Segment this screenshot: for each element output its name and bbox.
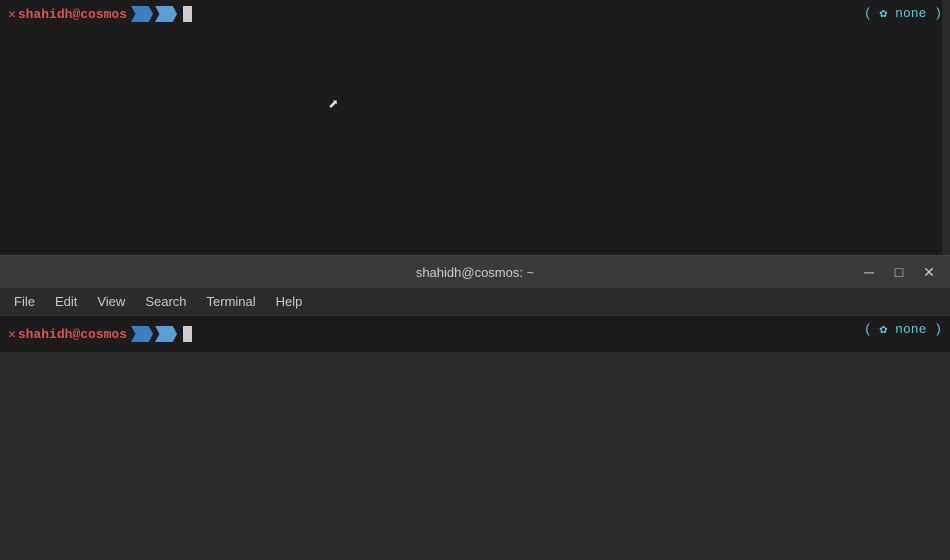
mouse-cursor: ⬈: [328, 97, 339, 115]
menu-edit[interactable]: Edit: [45, 292, 87, 311]
top-right-info: ( ✿ none ): [864, 6, 942, 21]
menu-terminal[interactable]: Terminal: [197, 292, 266, 311]
top-scrollbar[interactable]: [942, 0, 950, 255]
window-controls: ─ □ ✕: [856, 262, 942, 282]
bottom-cursor: [183, 326, 192, 342]
menu-bar: File Edit View Search Terminal Help: [0, 288, 950, 316]
top-terminal-pane: ✕ shahidh@cosmos ( ✿ none ) ⬈: [0, 0, 950, 255]
window-title: shahidh@cosmos: ~: [416, 265, 534, 280]
top-arrow1: [131, 6, 153, 22]
bottom-arrow1: [131, 326, 153, 342]
bottom-right-info: ( ✿ none ): [864, 322, 942, 337]
top-prompt-line: ✕ shahidh@cosmos ( ✿ none ): [0, 0, 950, 28]
top-username: shahidh@cosmos: [18, 7, 127, 22]
bottom-arrow2: [155, 326, 177, 342]
top-x-mark: ✕: [8, 7, 16, 22]
menu-search[interactable]: Search: [135, 292, 196, 311]
bottom-terminal-content[interactable]: ✕ shahidh@cosmos ( ✿ none ): [0, 316, 950, 352]
bottom-username: shahidh@cosmos: [18, 327, 127, 342]
top-chevron-arrows: [131, 6, 177, 22]
bottom-x-mark: ✕: [8, 327, 16, 342]
bottom-terminal-window: shahidh@cosmos: ~ ─ □ ✕ File Edit View S…: [0, 255, 950, 560]
menu-help[interactable]: Help: [266, 292, 313, 311]
close-button[interactable]: ✕: [916, 262, 942, 282]
bottom-prompt-line: ✕ shahidh@cosmos: [8, 322, 942, 346]
restore-button[interactable]: □: [886, 262, 912, 282]
title-bar: shahidh@cosmos: ~ ─ □ ✕: [0, 256, 950, 288]
menu-view[interactable]: View: [87, 292, 135, 311]
minimize-button[interactable]: ─: [856, 262, 882, 282]
menu-file[interactable]: File: [4, 292, 45, 311]
top-cursor: [183, 6, 192, 22]
top-arrow2: [155, 6, 177, 22]
bottom-chevron-arrows: [131, 326, 177, 342]
